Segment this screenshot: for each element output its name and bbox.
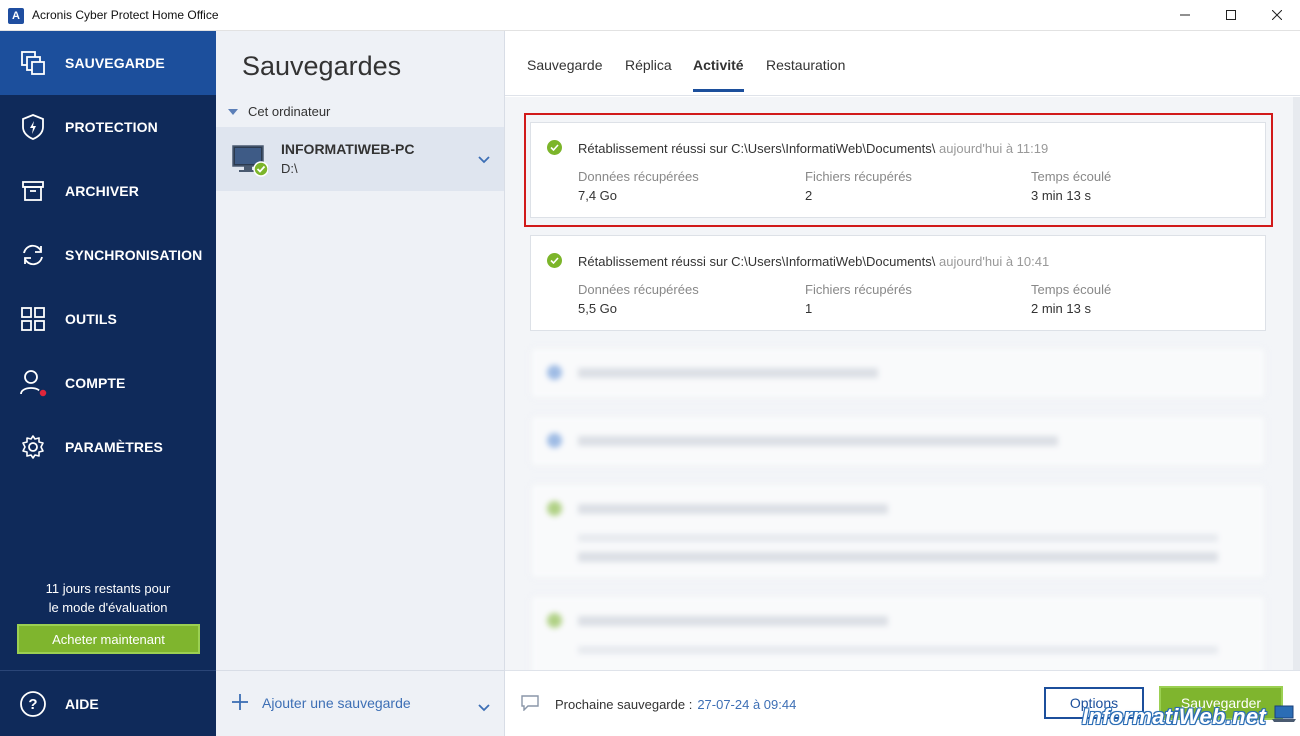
- activity-stat: Données récupérées 5,5 Go: [578, 282, 699, 316]
- sidebar-item-label: PARAMÈTRES: [65, 439, 163, 455]
- svg-text:?: ?: [28, 696, 37, 713]
- tab-recovery[interactable]: Restauration: [766, 57, 845, 92]
- sidebar-item-label: ARCHIVER: [65, 183, 139, 199]
- tab-bar: Sauvegarde Réplica Activité Restauration: [505, 31, 1300, 96]
- blurred-text: [578, 616, 888, 626]
- stat-value: 1: [805, 301, 813, 316]
- archive-icon: [19, 177, 47, 205]
- sidebar-item-settings[interactable]: PARAMÈTRES: [0, 415, 216, 479]
- blurred-text: [578, 534, 1218, 542]
- activity-item-blurred: [530, 483, 1266, 579]
- trial-line-1: 11 jours restants pour: [45, 581, 171, 596]
- info-dot-icon: [547, 365, 562, 380]
- sidebar-item-account[interactable]: COMPTE: [0, 351, 216, 415]
- info-dot-icon: [547, 433, 562, 448]
- chevron-down-icon[interactable]: [478, 699, 490, 717]
- sidebar-item-tools[interactable]: OUTILS: [0, 287, 216, 351]
- sidebar-item-label: AIDE: [65, 695, 99, 712]
- close-icon: [1272, 10, 1282, 20]
- blurred-text: [578, 436, 1058, 446]
- tools-grid-icon: [19, 305, 47, 333]
- shield-icon: [19, 113, 47, 141]
- stat-label: Fichiers récupérés: [805, 282, 912, 297]
- buy-now-button[interactable]: Acheter maintenant: [17, 624, 200, 654]
- sidebar-item-label: SAUVEGARDE: [65, 55, 165, 71]
- minimize-button[interactable]: [1162, 0, 1208, 30]
- watermark: InformatiWeb.net: [1082, 704, 1267, 729]
- close-button[interactable]: [1254, 0, 1300, 30]
- blurred-text: [578, 552, 1218, 562]
- activity-item-blurred: [530, 595, 1266, 670]
- account-icon: [19, 369, 47, 397]
- highlight-box: [524, 113, 1273, 227]
- activity-item-blurred: [530, 415, 1266, 467]
- panel-footer: Ajouter une sauvegarde: [216, 670, 504, 736]
- plus-icon: [232, 693, 248, 713]
- blurred-text: [578, 504, 888, 514]
- activity-list[interactable]: Rétablissement réussi sur C:\Users\Infor…: [505, 97, 1293, 670]
- maximize-button[interactable]: [1208, 0, 1254, 30]
- add-backup-button[interactable]: Ajouter une sauvegarde: [232, 693, 411, 713]
- blurred-text: [578, 646, 1218, 654]
- maximize-icon: [1226, 10, 1236, 20]
- laptop-icon: [1272, 704, 1296, 724]
- title-bar: A Acronis Cyber Protect Home Office: [0, 0, 1300, 31]
- sidebar: SAUVEGARDE PROTECTION ARCHIVER SYNCHRONI…: [0, 31, 216, 736]
- tab-replica[interactable]: Réplica: [625, 57, 672, 92]
- minimize-icon: [1180, 14, 1190, 16]
- sidebar-item-label: COMPTE: [65, 375, 126, 391]
- activity-item: Rétablissement réussi sur C:\Users\Infor…: [530, 235, 1266, 331]
- sync-icon: [19, 241, 47, 269]
- success-check-icon: [547, 613, 562, 628]
- sidebar-item-backup[interactable]: SAUVEGARDE: [0, 31, 216, 95]
- next-backup: Prochaine sauvegarde : 27-07-24 à 09:44: [521, 695, 796, 714]
- category-label: Cet ordinateur: [248, 104, 331, 119]
- tab-backup[interactable]: Sauvegarde: [527, 57, 603, 92]
- tab-activity[interactable]: Activité: [693, 57, 744, 92]
- success-check-icon: [547, 253, 562, 268]
- scrollbar[interactable]: [1293, 97, 1300, 670]
- stat-label: Données récupérées: [578, 282, 699, 297]
- sidebar-item-archive[interactable]: ARCHIVER: [0, 159, 216, 223]
- backup-icon: [19, 49, 47, 77]
- backup-item[interactable]: INFORMATIWEB-PC D:\: [216, 127, 504, 191]
- success-check-icon: [547, 501, 562, 516]
- gear-icon: [19, 433, 47, 461]
- main-pane: Sauvegarde Réplica Activité Restauration…: [505, 31, 1300, 736]
- panel-title: Sauvegardes: [242, 51, 402, 81]
- backups-panel: Sauvegardes Cet ordinateur INFORMATIWEB-…: [216, 31, 505, 736]
- next-backup-value: 27-07-24 à 09:44: [697, 697, 797, 712]
- stat-value: 2 min 13 s: [1031, 301, 1091, 316]
- sidebar-item-sync[interactable]: SYNCHRONISATION: [0, 223, 216, 287]
- chevron-down-icon[interactable]: [478, 151, 490, 169]
- window-title: Acronis Cyber Protect Home Office: [32, 8, 219, 22]
- app-logo-icon: A: [8, 8, 24, 24]
- comment-icon: [521, 695, 539, 714]
- category-toggle[interactable]: Cet ordinateur: [228, 104, 330, 119]
- sidebar-item-label: PROTECTION: [65, 119, 158, 135]
- stat-label: Temps écoulé: [1031, 282, 1112, 297]
- sidebar-item-protection[interactable]: PROTECTION: [0, 95, 216, 159]
- sidebar-item-label: OUTILS: [65, 311, 117, 327]
- activity-time: aujourd'hui à 10:41: [939, 254, 1050, 269]
- next-backup-label: Prochaine sauvegarde :: [555, 697, 693, 712]
- activity-stat: Fichiers récupérés 1: [805, 282, 912, 316]
- caret-down-icon: [228, 108, 238, 115]
- backup-name: INFORMATIWEB-PC: [281, 141, 415, 157]
- activity-text: Rétablissement réussi sur C:\Users\Infor…: [578, 254, 936, 269]
- backup-drive: D:\: [281, 161, 298, 176]
- help-icon: ?: [19, 690, 47, 718]
- trial-notice: 11 jours restants pour le mode d'évaluat…: [0, 579, 216, 617]
- sidebar-item-label: SYNCHRONISATION: [65, 247, 203, 263]
- blurred-text: [578, 368, 878, 378]
- sidebar-item-help[interactable]: ? AIDE: [0, 671, 216, 736]
- trial-line-2: le mode d'évaluation: [48, 600, 168, 615]
- stat-value: 5,5 Go: [578, 301, 618, 316]
- activity-title: Rétablissement réussi sur C:\Users\Infor…: [578, 254, 1049, 269]
- computer-icon: [232, 145, 269, 177]
- activity-stat: Temps écoulé 2 min 13 s: [1031, 282, 1111, 316]
- add-backup-label: Ajouter une sauvegarde: [262, 695, 411, 711]
- activity-item-blurred: [530, 347, 1266, 399]
